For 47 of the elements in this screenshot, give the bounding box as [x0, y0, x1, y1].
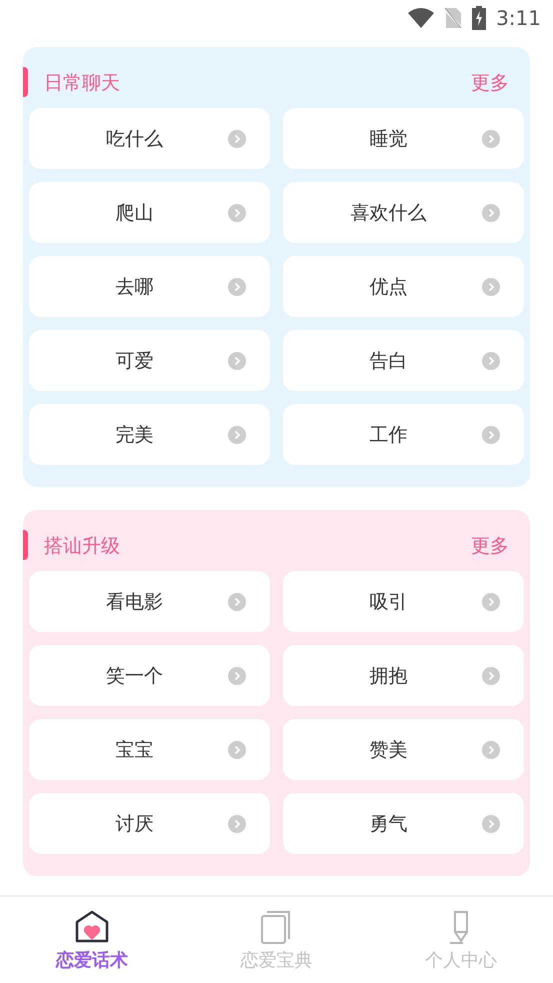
topic-button[interactable]: 优点: [283, 256, 524, 317]
chevron-icon: [482, 204, 500, 222]
topic-button[interactable]: 完美: [29, 404, 270, 465]
topic-button[interactable]: 睡觉: [283, 108, 524, 169]
chevron-icon: [228, 278, 246, 296]
topic-button[interactable]: 笑一个: [29, 645, 270, 706]
chevron-icon: [482, 352, 500, 370]
battery-charging-icon: [472, 6, 486, 30]
chevron-icon: [228, 204, 246, 222]
topic-button[interactable]: 吸引: [283, 571, 524, 632]
no-sim-icon: [444, 7, 462, 29]
topic-button[interactable]: 宝宝: [29, 719, 270, 780]
section-title: 搭讪升级: [44, 534, 120, 558]
chevron-icon: [482, 592, 500, 610]
accent-bar: [23, 530, 28, 560]
topic-button[interactable]: 勇气: [283, 793, 524, 854]
topic-button[interactable]: 工作: [283, 404, 524, 465]
chevron-icon: [482, 666, 500, 684]
chevron-icon: [228, 426, 246, 444]
topic-button[interactable]: 拥抱: [283, 645, 524, 706]
section-title: 日常聊天: [44, 70, 120, 96]
chevron-icon: [228, 130, 246, 148]
chevron-icon: [482, 814, 500, 832]
topic-button[interactable]: 爬山: [29, 182, 270, 243]
chevron-icon: [228, 592, 246, 610]
status-time: 3:11: [496, 6, 541, 30]
chevron-icon: [482, 740, 500, 758]
chevron-icon: [228, 666, 246, 684]
topic-button[interactable]: 可爱: [29, 330, 270, 391]
chevron-icon: [228, 352, 246, 370]
topic-button[interactable]: 看电影: [29, 571, 270, 632]
pages-icon: [260, 910, 292, 944]
topic-button[interactable]: 吃什么: [29, 108, 270, 169]
topic-button[interactable]: 告白: [283, 330, 524, 391]
accent-bar: [23, 67, 28, 97]
topic-button[interactable]: 赞美: [283, 719, 524, 780]
chevron-icon: [228, 814, 246, 832]
chevron-icon: [482, 130, 500, 148]
topic-button[interactable]: 喜欢什么: [283, 182, 524, 243]
topic-button[interactable]: 去哪: [29, 256, 270, 317]
chevron-icon: [228, 740, 246, 758]
chevron-icon: [482, 426, 500, 444]
home-heart-icon: [75, 910, 110, 944]
topic-button[interactable]: 讨厌: [29, 793, 270, 854]
chevron-icon: [482, 278, 500, 296]
nav-tab[interactable]: 恋爱话术: [0, 897, 184, 983]
wifi-icon: [408, 8, 434, 28]
